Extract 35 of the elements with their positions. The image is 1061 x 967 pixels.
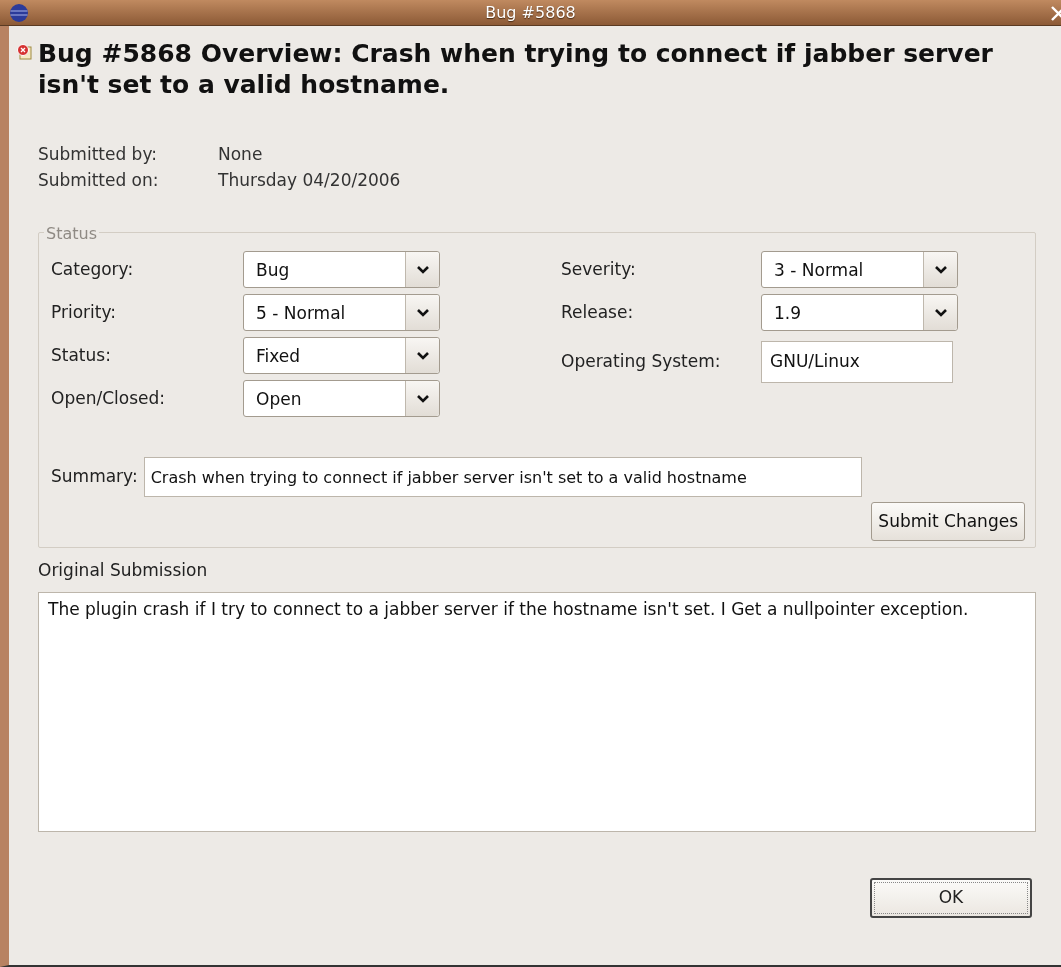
input-field[interactable]: GNU/Linux (761, 341, 953, 383)
field-label: Open/Closed: (51, 386, 166, 410)
chevron-down-icon (415, 307, 430, 318)
chevron-down-icon (415, 264, 430, 275)
submit-changes-button[interactable]: Submit Changes (871, 502, 1025, 541)
globe-icon (9, 3, 29, 23)
field-label: Category: (51, 257, 135, 281)
meta-value: Thursday 04/20/2006 (218, 169, 401, 192)
chevron-down-icon (933, 307, 948, 318)
field-label: Release: (561, 300, 635, 324)
chevron-down-icon (415, 393, 430, 404)
dropdown[interactable]: Bug (243, 251, 440, 288)
dropdown[interactable]: Open (243, 380, 440, 417)
field-label: Priority: (51, 300, 117, 324)
dropdown[interactable]: 5 - Normal (243, 294, 440, 331)
meta-value: None (218, 143, 263, 166)
bug-heading: Bug #5868 Overview: Crash when trying to connect if jabber server isn't set to a valid hostname. (38, 38, 994, 100)
field-label: Status: (51, 343, 112, 367)
field-label: Summary: (51, 465, 138, 489)
submission-text-area[interactable]: The plugin crash if I try to connect to a jabber server if the hostname isn't set. I Get a nullpointer exception. (38, 591, 1036, 832)
summary-field[interactable]: Crash when trying to connect if jabber server isn't set to a valid hostname (143, 457, 862, 497)
meta-label: Submitted by: (38, 143, 158, 166)
dropdown[interactable]: 3 - Normal (761, 251, 958, 288)
field-label: Severity: (561, 257, 637, 281)
bug-icon (16, 43, 34, 61)
dropdown[interactable]: Fixed (243, 337, 440, 374)
window-title: Bug #5868 (485, 1, 576, 24)
close-icon[interactable] (1049, 3, 1061, 23)
meta-label: Submitted on: (38, 169, 160, 192)
ok-button[interactable]: OK (870, 877, 1032, 918)
dropdown[interactable]: 1.9 (761, 294, 958, 331)
chevron-down-icon (415, 350, 430, 361)
section-label: Original Submission (38, 559, 209, 582)
chevron-down-icon (933, 264, 948, 275)
field-label: Operating System: (561, 350, 722, 374)
